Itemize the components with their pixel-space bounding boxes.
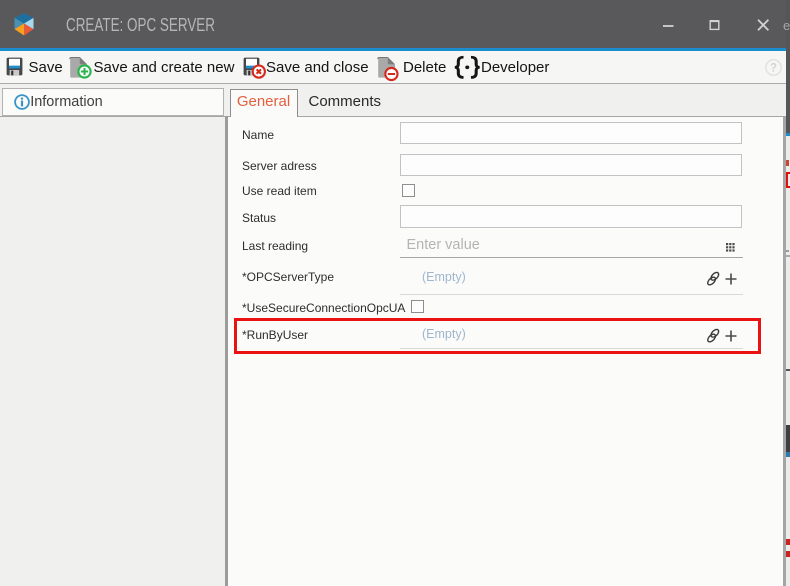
svg-text:?: ? <box>770 63 777 75</box>
